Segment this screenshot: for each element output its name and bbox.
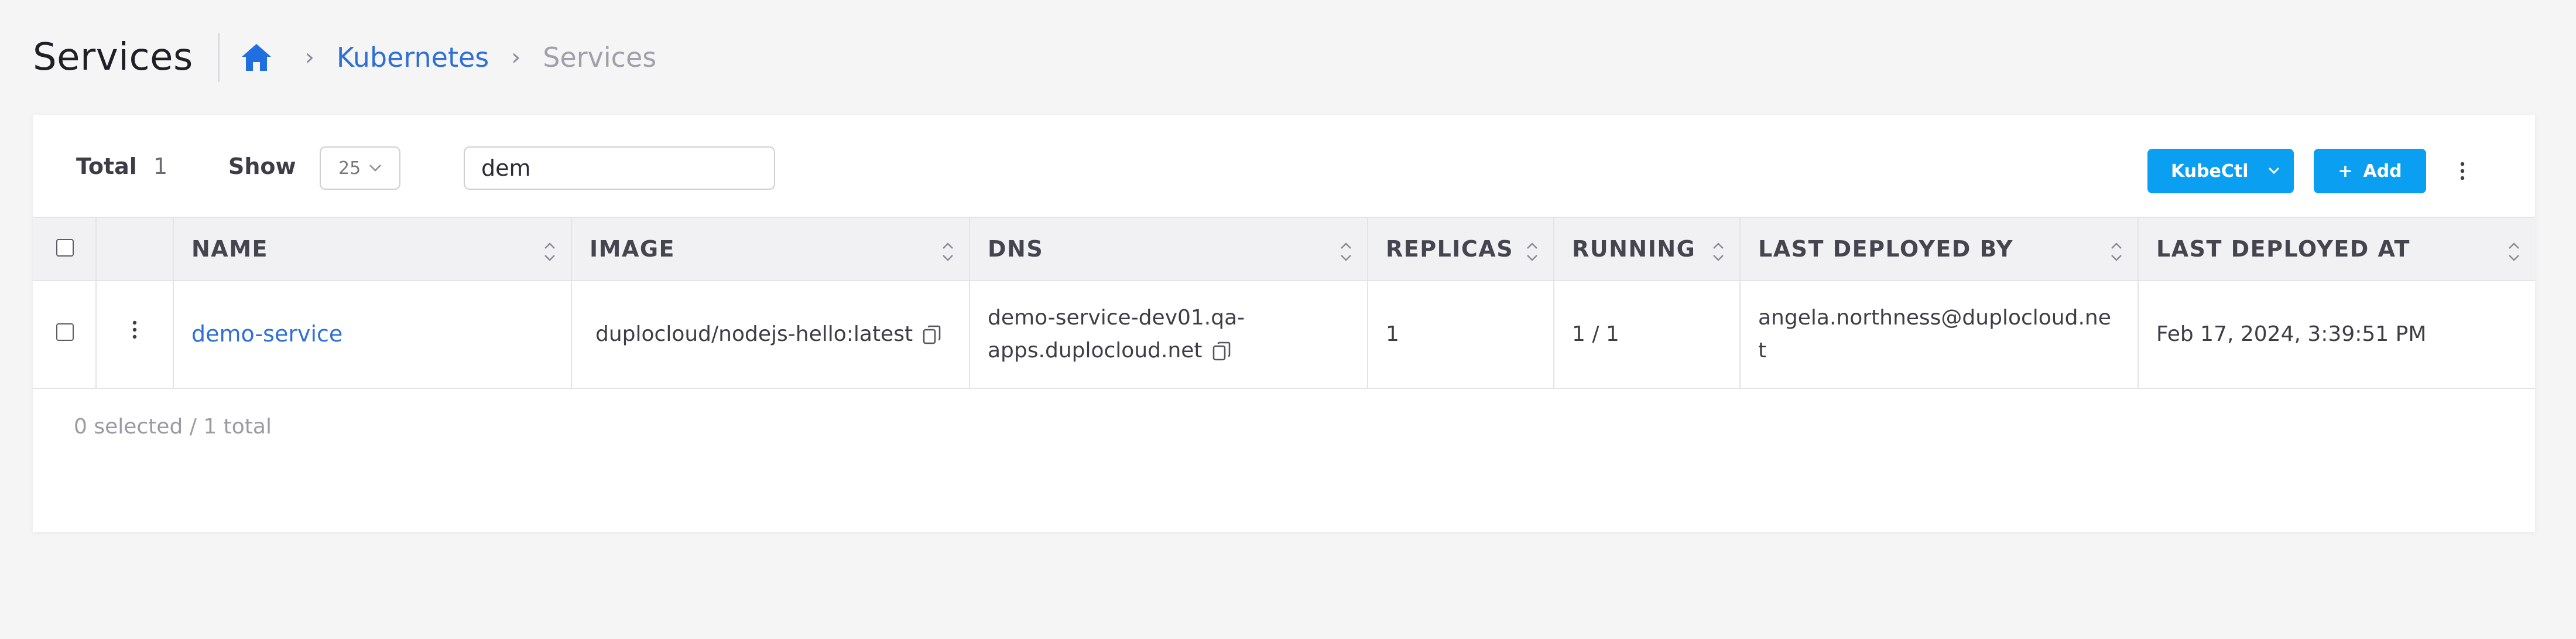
page-header: Services › Kubernetes › Services — [33, 28, 656, 87]
copy-icon[interactable] — [1212, 341, 1232, 362]
chevron-down-icon — [369, 165, 382, 172]
cell-last-deployed-at: Feb 17, 2024, 3:39:51 PM — [2138, 281, 2535, 389]
table-toolbar: Total 1 Show 25 KubeCtl + Add — [33, 115, 2535, 217]
image-value: duplocloud/nodejs-hello:latest — [595, 322, 913, 346]
sort-icon[interactable] — [1525, 240, 1539, 264]
row-checkbox[interactable] — [56, 323, 74, 341]
sort-icon[interactable] — [2507, 240, 2521, 264]
dns-line2: apps.duplocloud.net — [988, 339, 1203, 363]
cell-last-deployed-by: angela.northness@duplocloud.ne t — [1740, 281, 2139, 389]
cell-name: demo-service — [173, 281, 572, 389]
add-label: Add — [2363, 160, 2402, 182]
cell-running: 1 / 1 — [1554, 281, 1741, 389]
column-header-name[interactable]: NAME — [173, 217, 572, 281]
services-card: Total 1 Show 25 KubeCtl + Add — [33, 115, 2535, 532]
plus-icon: + — [2338, 160, 2353, 182]
breadcrumb-current: Services — [543, 42, 657, 73]
dns-line2-wrap: apps.duplocloud.net — [988, 334, 1349, 367]
kebab-icon[interactable] — [129, 318, 141, 341]
breadcrumb-kubernetes-link[interactable]: Kubernetes — [337, 42, 489, 73]
deployed-by-line1: angela.northness@duplocloud.ne — [1758, 306, 2111, 330]
actions-header — [96, 217, 174, 281]
breadcrumb-separator: › — [304, 44, 314, 71]
column-header-image[interactable]: IMAGE — [571, 217, 970, 281]
search-input[interactable] — [464, 146, 775, 190]
cell-dns: demo-service-dev01.qa- apps.duplocloud.n… — [970, 281, 1368, 389]
sort-icon[interactable] — [1339, 240, 1353, 264]
sort-icon[interactable] — [543, 240, 557, 264]
home-icon[interactable] — [241, 43, 272, 72]
kebab-icon[interactable] — [2457, 159, 2468, 183]
table-header-row: NAME IMAGE DNS REPLICAS RUNNING LAST DEP… — [33, 217, 2535, 281]
sort-icon[interactable] — [941, 240, 955, 264]
cell-replicas: 1 — [1368, 281, 1554, 389]
column-header-dns[interactable]: DNS — [970, 217, 1368, 281]
deployed-by-line2: t — [1758, 339, 1767, 363]
dns-line1: demo-service-dev01.qa- — [988, 306, 1245, 330]
column-header-replicas[interactable]: REPLICAS — [1368, 217, 1554, 281]
kubectl-label: KubeCtl — [2171, 160, 2249, 182]
services-table: NAME IMAGE DNS REPLICAS RUNNING LAST DEP… — [33, 217, 2535, 389]
row-select-cell — [33, 281, 97, 389]
column-header-last-deployed-by[interactable]: LAST DEPLOYED BY — [1740, 217, 2139, 281]
title-divider — [217, 33, 220, 82]
page-size-value: 25 — [338, 158, 361, 179]
selection-summary: 0 selected / 1 total — [74, 415, 272, 439]
total-label: Total — [76, 153, 137, 179]
service-name-link[interactable]: demo-service — [191, 321, 342, 347]
column-header-last-deployed-at[interactable]: LAST DEPLOYED AT — [2138, 217, 2535, 281]
copy-icon[interactable] — [922, 324, 942, 346]
row-actions-cell — [96, 281, 174, 389]
select-all-checkbox[interactable] — [56, 239, 74, 257]
table-row[interactable]: demo-service duplocloud/nodejs-hello:lat… — [33, 281, 2535, 389]
column-header-running[interactable]: RUNNING — [1554, 217, 1741, 281]
sort-icon[interactable] — [1711, 240, 1725, 264]
page-title: Services — [33, 36, 193, 79]
chevron-down-icon[interactable] — [2263, 160, 2284, 182]
cell-image: duplocloud/nodejs-hello:latest — [571, 281, 970, 389]
show-label: Show — [228, 153, 296, 179]
add-button[interactable]: + Add — [2314, 149, 2426, 193]
page-size-select[interactable]: 25 — [320, 146, 400, 190]
total-value: 1 — [153, 153, 168, 179]
breadcrumb-separator: › — [511, 44, 521, 71]
kubectl-button[interactable]: KubeCtl — [2147, 149, 2294, 193]
select-all-cell — [33, 217, 97, 281]
sort-icon[interactable] — [2109, 240, 2123, 264]
